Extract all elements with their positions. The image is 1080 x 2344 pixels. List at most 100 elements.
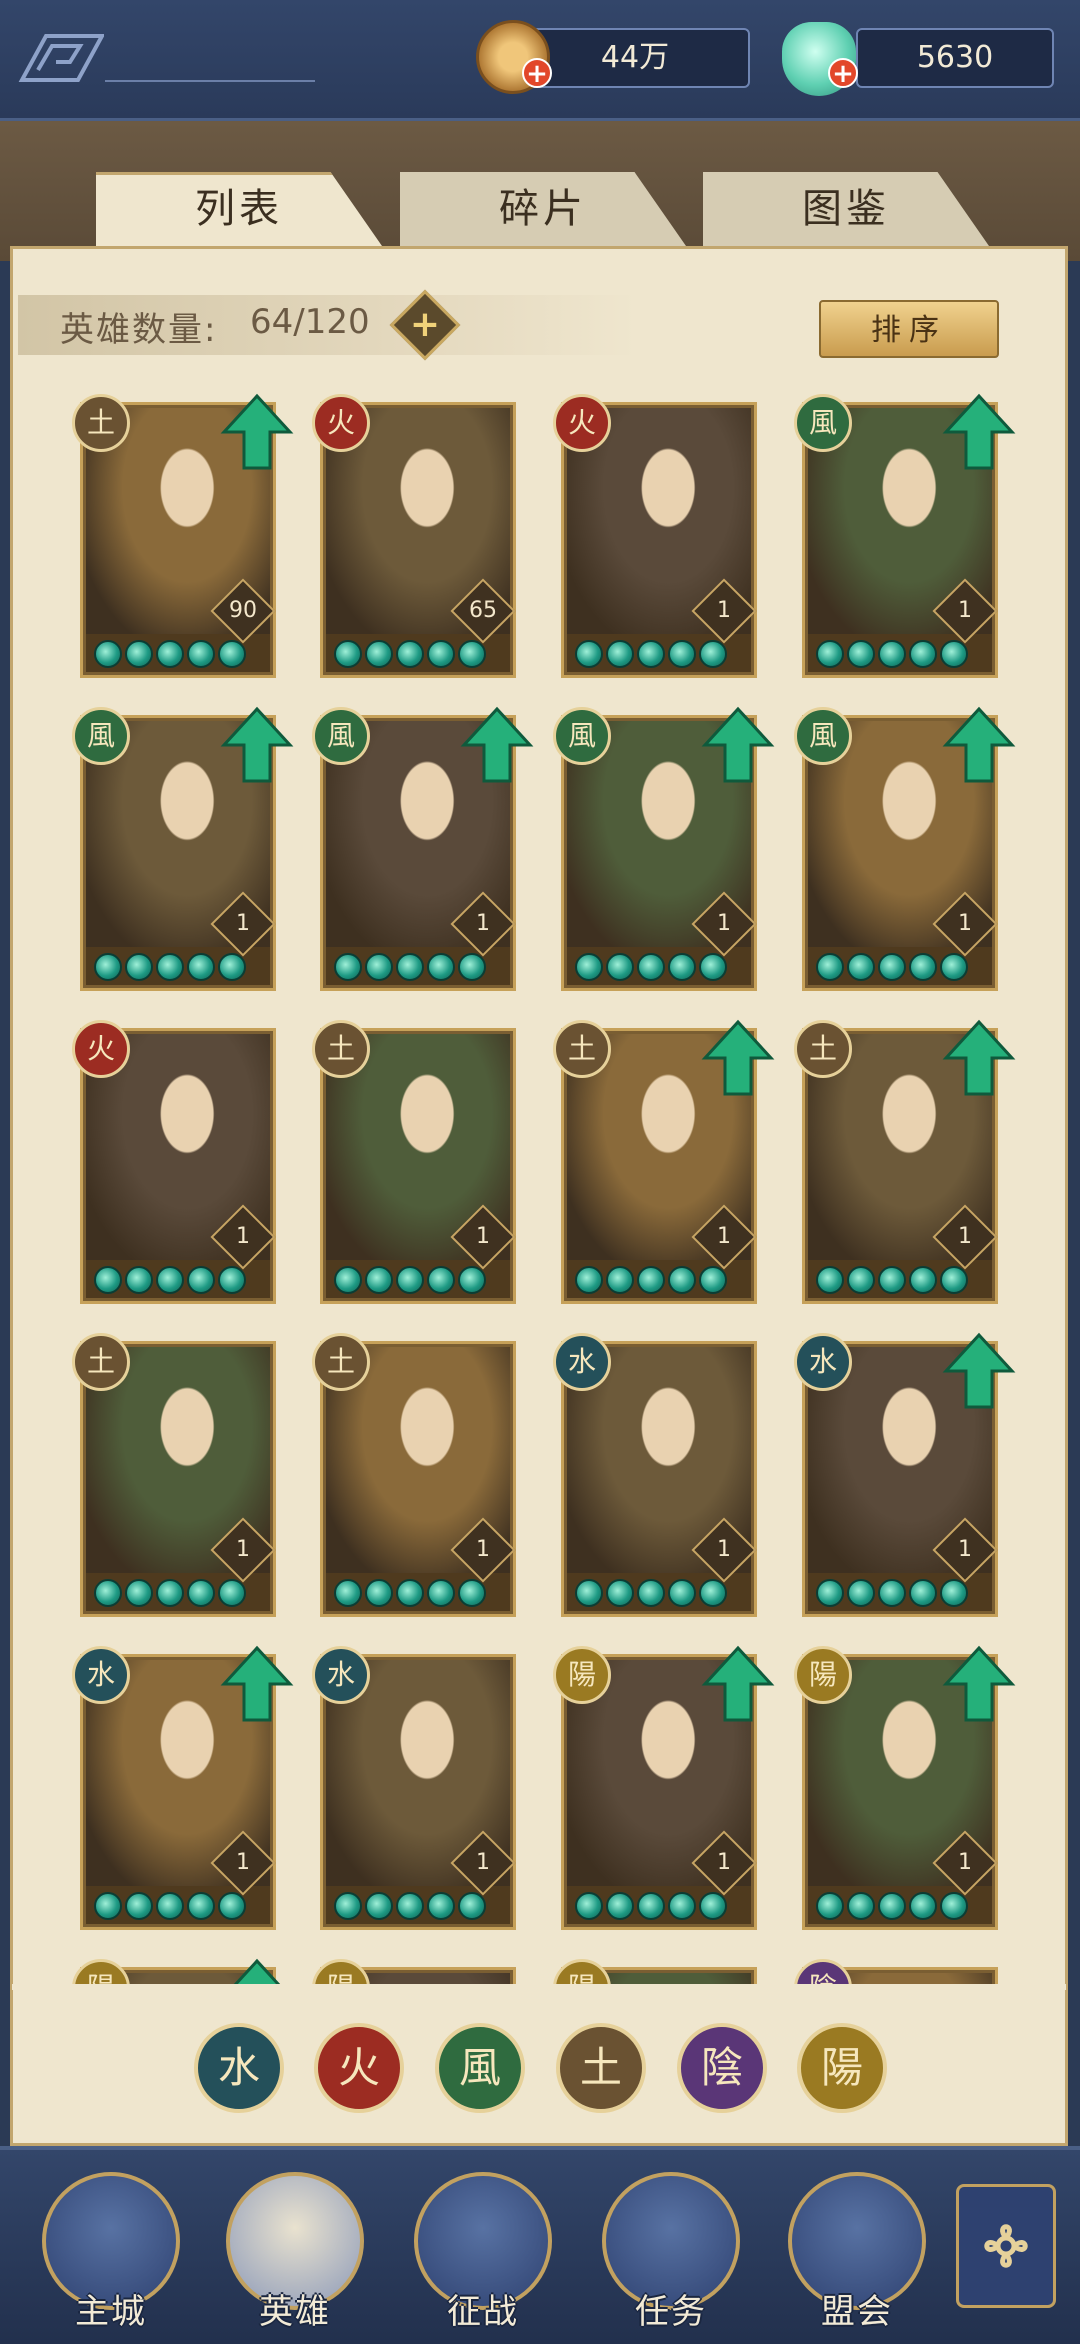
star-pip-icon — [940, 1266, 968, 1294]
star-pip-icon — [334, 1579, 362, 1607]
star-pips — [334, 1892, 486, 1920]
star-pip-icon — [668, 1579, 696, 1607]
star-pips — [816, 1266, 968, 1294]
star-pip-icon — [396, 953, 424, 981]
element-badge: 水 — [553, 1333, 611, 1391]
hero-card[interactable]: 陽1 — [553, 1645, 775, 1930]
star-pip-icon — [847, 1579, 875, 1607]
nav-guild[interactable]: 盟会 — [784, 2172, 930, 2332]
hero-card[interactable]: 土 90 — [72, 393, 294, 678]
nav-main-city[interactable]: 主城 — [38, 2172, 184, 2332]
star-pips — [575, 953, 727, 981]
star-pip-icon — [187, 1266, 215, 1294]
hero-card[interactable]: 土1 — [794, 1019, 1016, 1304]
star-pips — [816, 953, 968, 981]
hero-card[interactable]: 土1 — [312, 1333, 516, 1617]
element-badge: 土 — [794, 1020, 852, 1078]
hero-card[interactable]: 火1 — [553, 394, 757, 678]
level-value: 90 — [229, 598, 257, 623]
star-pip-icon — [637, 1266, 665, 1294]
nav-heroes[interactable]: 英雄 — [222, 2172, 368, 2332]
hero-card[interactable]: 火 65 — [312, 394, 516, 678]
hero-card[interactable]: 風1 — [794, 706, 1016, 991]
level-value: 1 — [717, 1850, 731, 1875]
star-pip-icon — [940, 1579, 968, 1607]
nav-tasks[interactable]: 任务 — [598, 2172, 744, 2332]
star-pip-icon — [396, 1579, 424, 1607]
level-value: 1 — [236, 1224, 250, 1249]
level-value: 1 — [717, 1224, 731, 1249]
star-pip-icon — [427, 953, 455, 981]
hero-card[interactable]: 風1 — [553, 706, 775, 991]
element-filter-button[interactable]: 風 — [435, 2023, 525, 2113]
star-pip-icon — [156, 1892, 184, 1920]
element-filter-button[interactable]: 土 — [556, 2023, 646, 2113]
star-pip-icon — [427, 640, 455, 668]
hero-card[interactable]: 水1 — [794, 1332, 1016, 1617]
hero-card[interactable]: 水1 — [312, 1646, 516, 1930]
star-pip-icon — [668, 640, 696, 668]
star-pip-icon — [427, 1266, 455, 1294]
hero-card[interactable]: 風1 — [312, 706, 534, 991]
hero-card[interactable]: 水1 — [72, 1645, 294, 1930]
hero-card[interactable]: 土1 — [312, 1020, 516, 1304]
star-pip-icon — [847, 1266, 875, 1294]
hero-card[interactable]: 土1 — [553, 1019, 775, 1304]
star-pip-icon — [94, 640, 122, 668]
element-filter-button[interactable]: 陰 — [677, 2023, 767, 2113]
star-pip-icon — [125, 640, 153, 668]
star-pip-icon — [396, 640, 424, 668]
star-pip-icon — [847, 953, 875, 981]
star-pip-icon — [334, 953, 362, 981]
element-badge: 陽 — [553, 1646, 611, 1704]
star-pips — [334, 640, 486, 668]
star-pip-icon — [334, 640, 362, 668]
star-pips — [94, 953, 246, 981]
element-badge: 火 — [72, 1020, 130, 1078]
star-pip-icon — [458, 953, 486, 981]
hero-card[interactable]: 火1 — [72, 1020, 276, 1304]
star-pip-icon — [606, 953, 634, 981]
more-menu-button[interactable] — [956, 2184, 1056, 2308]
star-pip-icon — [699, 1579, 727, 1607]
star-pips — [94, 1266, 246, 1294]
star-pip-icon — [218, 1266, 246, 1294]
upgrade-arrow-icon — [701, 706, 775, 783]
level-value: 1 — [958, 1224, 972, 1249]
star-pip-icon — [156, 1579, 184, 1607]
upgrade-arrow-icon — [220, 1645, 294, 1722]
star-pip-icon — [847, 1892, 875, 1920]
star-pip-icon — [187, 640, 215, 668]
element-badge: 風 — [794, 394, 852, 452]
star-pip-icon — [816, 953, 844, 981]
star-pips — [334, 1266, 486, 1294]
level-value: 1 — [717, 1537, 731, 1562]
element-badge: 土 — [312, 1020, 370, 1078]
nav-label: 任务 — [635, 2292, 707, 2332]
hero-card[interactable]: 陽1 — [794, 1645, 1016, 1930]
hero-card[interactable]: 土1 — [72, 1333, 276, 1617]
star-pip-icon — [940, 640, 968, 668]
element-badge: 風 — [312, 707, 370, 765]
star-pip-icon — [940, 1892, 968, 1920]
hero-grid: 土 90 火 65 火 1 風 1 風 1 風 1 風 1 風 1 火 1 土 1 土 1 土 1 土 1 土 1 水 1 水 1 水 1 水 1 陽 1… — [0, 0, 1080, 1990]
upgrade-arrow-icon — [701, 1645, 775, 1722]
element-filter-button[interactable]: 水 — [194, 2023, 284, 2113]
star-pip-icon — [575, 1579, 603, 1607]
star-pip-icon — [187, 953, 215, 981]
star-pip-icon — [125, 1266, 153, 1294]
star-pip-icon — [909, 1892, 937, 1920]
hero-card[interactable]: 風1 — [72, 706, 294, 991]
upgrade-arrow-icon — [942, 393, 1016, 470]
star-pip-icon — [156, 1266, 184, 1294]
star-pip-icon — [156, 953, 184, 981]
element-filter-button[interactable]: 陽 — [797, 2023, 887, 2113]
element-badge: 土 — [72, 1333, 130, 1391]
hero-card[interactable]: 風1 — [794, 393, 1016, 678]
star-pip-icon — [125, 1892, 153, 1920]
element-badge: 土 — [312, 1333, 370, 1391]
hero-card[interactable]: 水1 — [553, 1333, 757, 1617]
star-pip-icon — [94, 953, 122, 981]
element-filter-button[interactable]: 火 — [314, 2023, 404, 2113]
nav-battle[interactable]: 征战 — [410, 2172, 556, 2332]
